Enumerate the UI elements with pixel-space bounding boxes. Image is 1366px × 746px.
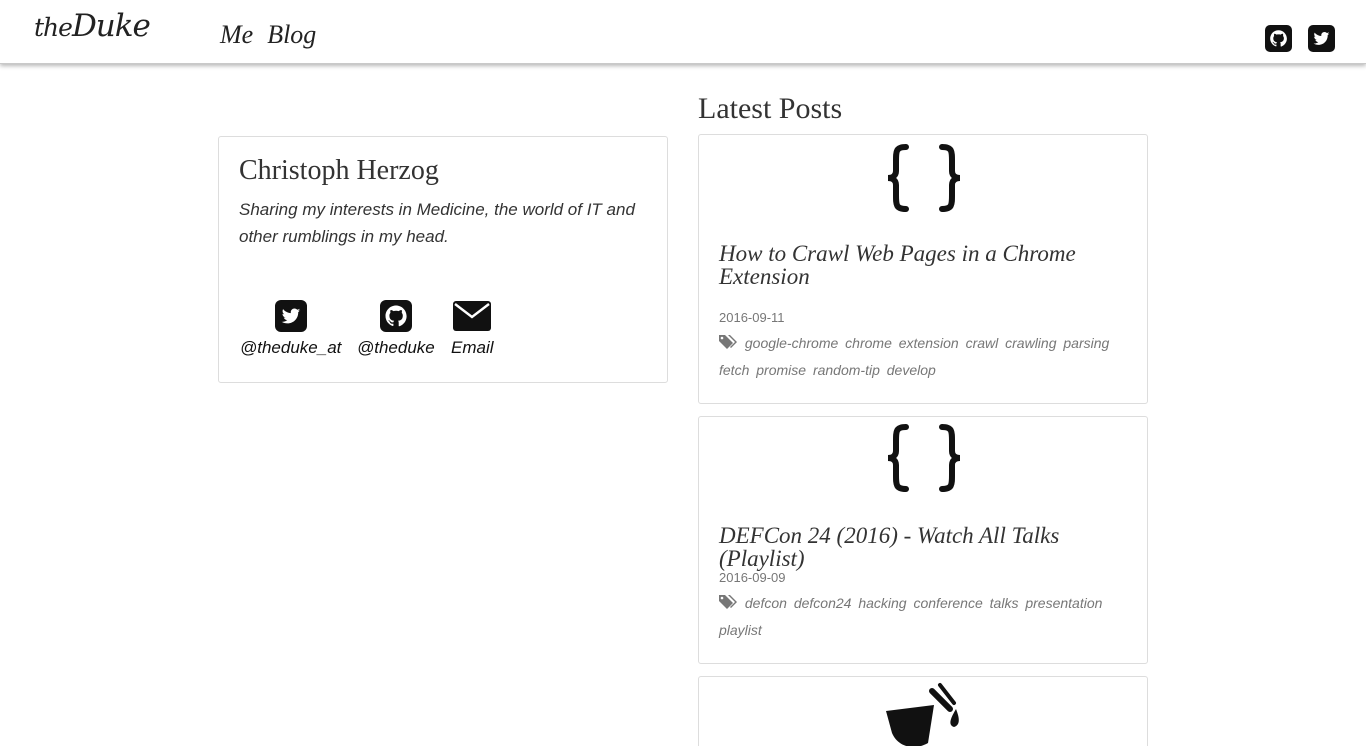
tags-icon bbox=[719, 335, 737, 349]
github-handle: @theduke bbox=[357, 338, 435, 357]
code-braces-icon bbox=[887, 144, 961, 212]
post-tag[interactable]: develop bbox=[887, 362, 936, 378]
social-twitter[interactable]: @theduke_at bbox=[240, 300, 341, 358]
post-tag[interactable]: playlist bbox=[719, 622, 762, 638]
post-card[interactable]: How to Crawl Web Pages in a Chrome Exten… bbox=[698, 134, 1148, 404]
post-tag[interactable]: fetch bbox=[719, 362, 749, 378]
post-tag[interactable]: crawl bbox=[966, 335, 999, 351]
twitter-handle: @theduke_at bbox=[240, 338, 342, 357]
twitter-icon[interactable] bbox=[1308, 25, 1335, 52]
post-tag[interactable]: crawling bbox=[1005, 335, 1056, 351]
header-social-icons bbox=[1265, 25, 1335, 52]
code-braces-icon bbox=[887, 424, 961, 492]
main-nav: Me Blog bbox=[220, 20, 326, 50]
profile-tagline: Sharing my interests in Medicine, the wo… bbox=[239, 200, 635, 246]
latest-posts-heading: Latest Posts bbox=[698, 92, 843, 125]
social-email[interactable]: Email bbox=[451, 300, 494, 358]
post-tags: defcon defcon24 hacking conference talks… bbox=[719, 590, 1129, 644]
top-navbar: theDuke Me Blog bbox=[0, 0, 1366, 64]
post-tag[interactable]: presentation bbox=[1025, 595, 1102, 611]
social-github[interactable]: @theduke bbox=[357, 300, 435, 358]
github-icon[interactable] bbox=[1265, 25, 1292, 52]
post-tag[interactable]: parsing bbox=[1063, 335, 1109, 351]
post-tag[interactable]: promise bbox=[756, 362, 806, 378]
github-icon bbox=[379, 300, 412, 332]
post-title[interactable]: DEFCon 24 (2016) - Watch All Talks (Play… bbox=[719, 524, 1134, 570]
brand-name: Duke bbox=[71, 8, 151, 44]
post-date: 2016-09-09 bbox=[719, 570, 786, 585]
profile-name: Christoph Herzog bbox=[239, 155, 439, 186]
twitter-icon bbox=[274, 300, 307, 332]
post-tag[interactable]: google-chrome bbox=[745, 335, 838, 351]
post-tag[interactable]: defcon bbox=[745, 595, 787, 611]
email-label: Email bbox=[451, 338, 494, 357]
post-tag[interactable]: random-tip bbox=[813, 362, 880, 378]
post-title[interactable]: How to Crawl Web Pages in a Chrome Exten… bbox=[719, 242, 1134, 288]
post-tag[interactable]: extension bbox=[899, 335, 959, 351]
nav-link-me[interactable]: Me bbox=[220, 20, 253, 49]
brand-prefix: the bbox=[34, 13, 73, 42]
profile-card: Christoph Herzog Sharing my interests in… bbox=[218, 136, 668, 383]
post-tag[interactable]: talks bbox=[990, 595, 1019, 611]
post-card[interactable]: DEFCon 24 (2016) - Watch All Talks (Play… bbox=[698, 416, 1148, 664]
paint-bucket-icon bbox=[886, 683, 959, 746]
post-tags: google-chrome chrome extension crawl cra… bbox=[719, 330, 1129, 384]
brand-logo[interactable]: theDuke bbox=[34, 8, 151, 44]
post-card[interactable] bbox=[698, 676, 1148, 746]
envelope-icon bbox=[453, 300, 492, 332]
post-tag[interactable]: defcon24 bbox=[794, 595, 852, 611]
tags-icon bbox=[719, 595, 737, 609]
post-date: 2016-09-11 bbox=[719, 310, 785, 325]
post-tag[interactable]: conference bbox=[913, 595, 982, 611]
post-tag[interactable]: chrome bbox=[845, 335, 892, 351]
nav-link-blog[interactable]: Blog bbox=[267, 20, 316, 49]
post-tag[interactable]: hacking bbox=[858, 595, 906, 611]
